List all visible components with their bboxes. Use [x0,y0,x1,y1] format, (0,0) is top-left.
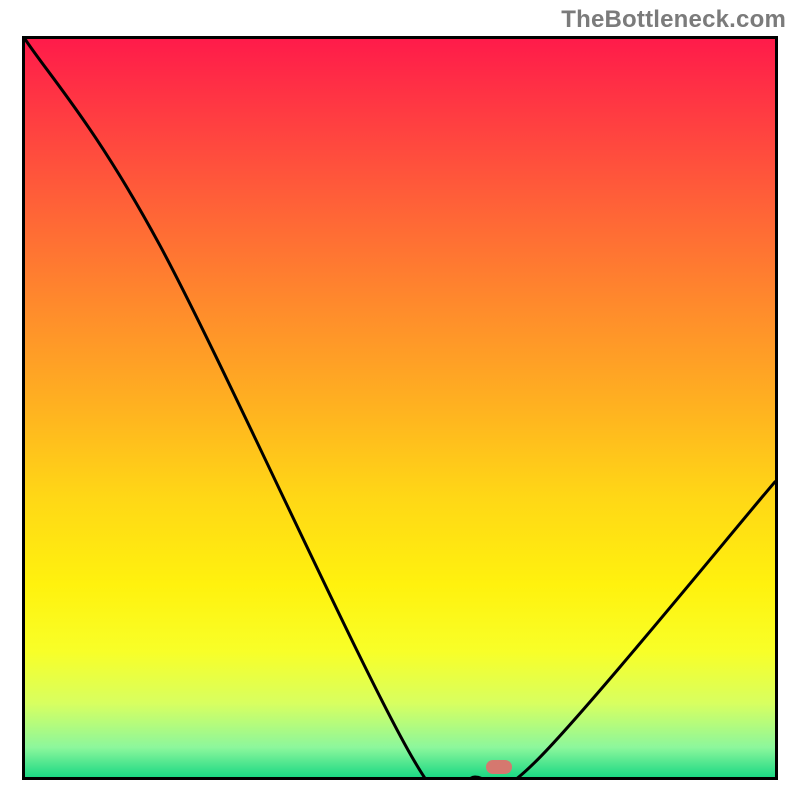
optimum-marker [486,760,512,774]
curve-path [25,39,775,777]
bottleneck-curve [25,39,775,777]
watermark-text: TheBottleneck.com [561,6,786,34]
chart-frame: TheBottleneck.com [0,0,800,800]
plot-area [22,36,778,780]
